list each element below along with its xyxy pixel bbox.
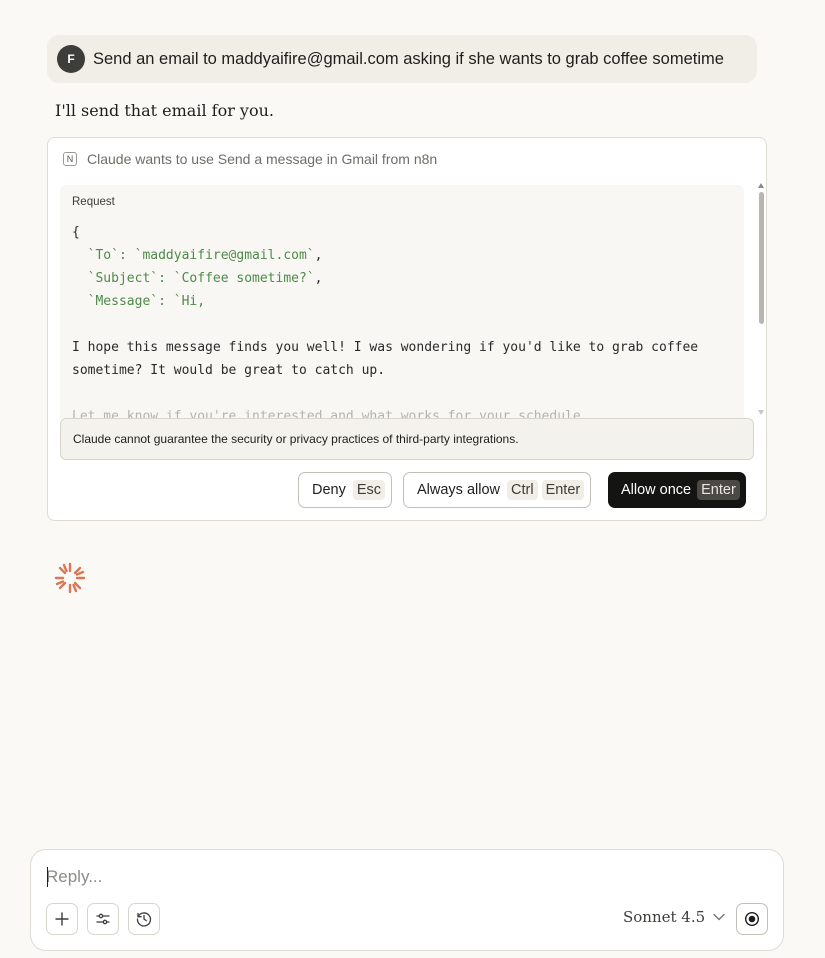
code-subject-value: `Coffee sometime?` [173, 271, 315, 286]
scroll-down-arrow-icon[interactable] [758, 410, 764, 415]
request-box[interactable]: Request { `To`: `maddyaifire@gmail.com`,… [60, 185, 744, 419]
tool-title: Claude wants to use Send a message in Gm… [87, 151, 438, 167]
always-allow-label: Always allow [417, 482, 500, 498]
plus-icon [55, 912, 69, 926]
voice-icon [744, 911, 760, 927]
code-message-key: `Message` [87, 294, 159, 309]
request-code: { `To`: `maddyaifire@gmail.com`, `Subjec… [72, 221, 732, 419]
n8n-icon: N [63, 152, 77, 166]
user-message: F Send an email to maddyaifire@gmail.com… [47, 35, 757, 83]
allow-once-shortcut: Enter [697, 480, 740, 500]
request-label: Request [72, 196, 115, 208]
chevron-down-icon [713, 913, 725, 921]
deny-button[interactable]: Deny Esc [298, 472, 393, 508]
allow-once-label: Allow once [621, 482, 692, 498]
assistant-message: I'll send that email for you. [55, 101, 274, 120]
always-allow-shortcut-ctrl: Ctrl [507, 480, 538, 500]
code-body-line: I hope this message finds you well! I wa… [72, 340, 706, 378]
tool-header: N Claude wants to use Send a message in … [63, 151, 437, 167]
model-label: Sonnet 4.5 [623, 908, 706, 926]
allow-once-button[interactable]: Allow once Enter [608, 472, 746, 508]
history-icon [136, 912, 152, 927]
voice-mode-button[interactable] [736, 903, 768, 935]
code-open-brace: { [72, 225, 80, 240]
code-message-value: `Hi, [173, 294, 206, 309]
user-message-text: Send an email to maddyaifire@gmail.com a… [93, 49, 724, 68]
reply-input[interactable] [46, 865, 766, 889]
sliders-icon [96, 913, 110, 925]
code-to-key: `To` [87, 248, 119, 263]
tools-button[interactable] [87, 903, 119, 935]
deny-shortcut: Esc [352, 480, 386, 500]
loading-spinner-icon [54, 562, 86, 594]
reply-composer: Sonnet 4.5 [30, 849, 784, 951]
model-selector[interactable]: Sonnet 4.5 [623, 908, 725, 926]
history-button[interactable] [128, 903, 160, 935]
security-warning: Claude cannot guarantee the security or … [60, 418, 754, 460]
scroll-up-arrow-icon[interactable] [758, 183, 764, 188]
tool-permission-card: N Claude wants to use Send a message in … [47, 137, 767, 521]
code-subject-key: `Subject` [87, 271, 159, 286]
request-scrollbar[interactable] [756, 183, 766, 415]
always-allow-shortcut-enter: Enter [541, 480, 585, 500]
deny-label: Deny [312, 482, 346, 498]
always-allow-button[interactable]: Always allow Ctrl Enter [403, 472, 592, 508]
scroll-thumb[interactable] [759, 192, 764, 324]
user-avatar: F [57, 45, 85, 73]
code-to-value: `maddyaifire@gmail.com` [134, 248, 315, 263]
add-button[interactable] [46, 903, 78, 935]
text-caret [47, 867, 48, 887]
